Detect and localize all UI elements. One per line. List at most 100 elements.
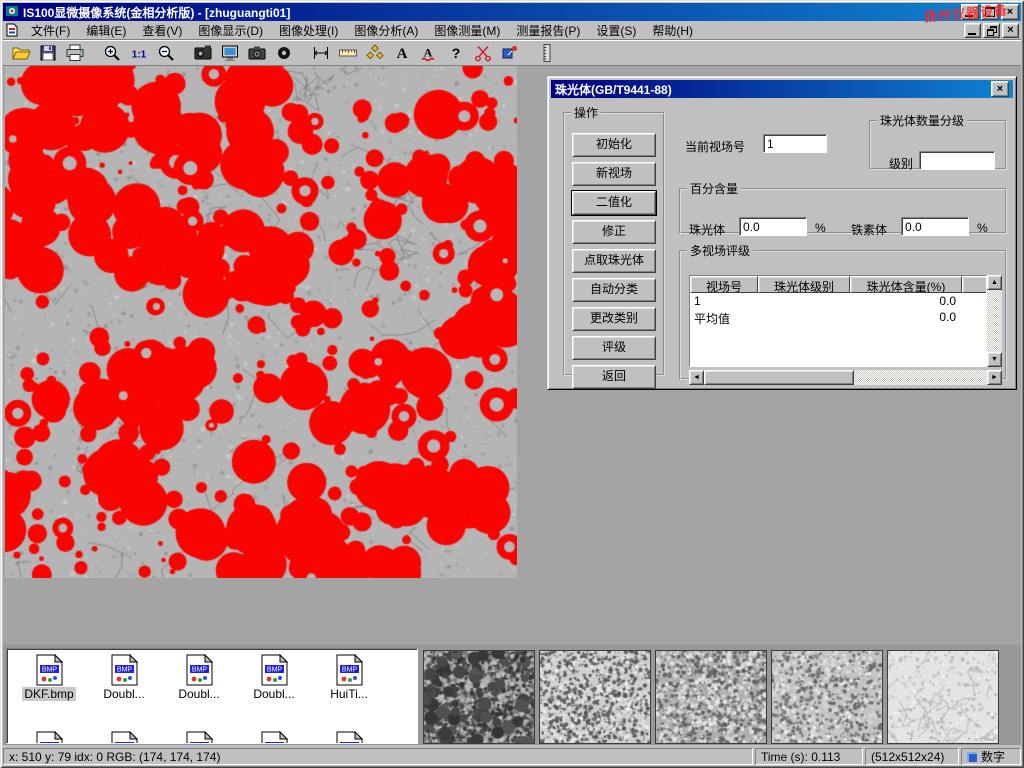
video-capture-button[interactable] [190, 42, 216, 65]
new-field-button[interactable]: 新视场 [572, 162, 656, 186]
application-window: IS100显微摄像系统(金相分析版) - [zhuguangti01] × 扬州… [0, 0, 1024, 768]
thumbnail-2[interactable] [539, 650, 651, 744]
measure-distance-button[interactable] [308, 42, 334, 65]
child-restore-button[interactable] [983, 23, 1000, 38]
pearlite-unit: % [815, 221, 826, 235]
file-item[interactable]: BMPDoubl... [163, 654, 235, 701]
initialize-button[interactable]: 初始化 [572, 133, 656, 157]
menu-image-measure[interactable]: 图像测量(M) [426, 22, 508, 40]
menu-image-display[interactable]: 图像显示(D) [190, 22, 271, 40]
scroll-left-button[interactable]: ◄ [689, 370, 704, 385]
probe-button[interactable] [497, 42, 523, 65]
return-button[interactable]: 返回 [572, 365, 656, 389]
file-name: DKF.bmp [22, 687, 75, 701]
thumbnail-4[interactable] [771, 650, 883, 744]
column-header[interactable]: 珠光体含量(%) [850, 276, 962, 293]
thumbnail-1[interactable] [423, 650, 535, 744]
scroll-right-button[interactable]: ► [987, 370, 1002, 385]
minimize-icon [965, 15, 973, 17]
scroll-up-button[interactable]: ▲ [987, 275, 1002, 290]
measure-area-button[interactable] [362, 42, 388, 65]
print-button[interactable] [62, 42, 88, 65]
bmp-file-icon: BMP [336, 654, 363, 686]
correct-button[interactable]: 修正 [572, 220, 656, 244]
menu-view[interactable]: 查看(V) [134, 22, 190, 40]
column-header[interactable]: 铁素体 [962, 276, 987, 293]
target-icon [274, 43, 294, 63]
text-annotate-button[interactable]: A [389, 42, 415, 65]
change-category-button[interactable]: 更改类别 [572, 307, 656, 331]
menu-image-analysis[interactable]: 图像分析(A) [346, 22, 426, 40]
scroll-down-button[interactable]: ▼ [987, 352, 1002, 367]
pick-pearlite-button[interactable]: 点取珠光体 [572, 249, 656, 273]
horizontal-scrollbar[interactable]: ◄ ► [689, 370, 1002, 385]
bmp-file-icon: BMP [261, 731, 288, 744]
file-name: Doubl... [176, 687, 221, 701]
thumbnail-5[interactable] [887, 650, 999, 744]
menu-file[interactable]: 文件(F) [23, 22, 78, 40]
child-close-button[interactable]: × [1002, 23, 1019, 38]
file-list[interactable]: BMPDKF.bmpBMPDoubl...BMPDoubl...BMPDoubl… [6, 648, 418, 744]
rate-button[interactable]: 评级 [572, 336, 656, 360]
file-item-partial[interactable]: BMP [13, 731, 85, 744]
menu-items: 文件(F)编辑(E)查看(V)图像显示(D)图像处理(I)图像分析(A)图像测量… [23, 22, 701, 39]
help-button[interactable]: ? [443, 42, 469, 65]
zoom-in-button[interactable] [99, 42, 125, 65]
column-header[interactable]: 视场号 [690, 276, 758, 293]
actual-size-button[interactable]: 1:1 [126, 42, 152, 65]
child-minimize-button[interactable] [964, 23, 981, 38]
file-name: Doubl... [101, 687, 146, 701]
open-button[interactable] [8, 42, 34, 65]
percent-group-label: 百分含量 [687, 180, 741, 197]
vertical-scroll-track[interactable] [987, 290, 1002, 352]
current-field-input[interactable] [763, 134, 827, 153]
dialog-close-button[interactable]: × [991, 81, 1009, 97]
maximize-button[interactable] [981, 4, 999, 20]
menu-settings[interactable]: 设置(S) [588, 22, 644, 40]
thumbnail-3[interactable] [655, 650, 767, 744]
cut-button[interactable] [470, 42, 496, 65]
vertical-scrollbar[interactable]: ▲ ▼ [987, 275, 1002, 367]
table-cell: 0.0 [850, 293, 962, 309]
ruler-horizontal-button[interactable] [335, 42, 361, 65]
table-row[interactable]: 10.0 [690, 293, 987, 309]
level-input[interactable] [919, 151, 995, 170]
file-item[interactable]: BMPDoubl... [238, 654, 310, 701]
pearlite-value-input[interactable] [739, 217, 807, 236]
multifield-table[interactable]: 视场号珠光体级别珠光体含量(%)铁素体 10.0平均值0.0 [689, 275, 987, 367]
camera-button[interactable] [244, 42, 270, 65]
table-cell: 平均值 [690, 309, 758, 325]
workspace: 珠光体(GB/T9441-88) × 操作 初始化新视场二值化修正点取珠光体自动… [3, 66, 1021, 645]
horizontal-scroll-thumb[interactable] [704, 370, 854, 385]
close-button[interactable]: × [1001, 4, 1019, 20]
menu-measure-report[interactable]: 测量报告(P) [508, 22, 588, 40]
metallographic-image[interactable] [5, 66, 517, 578]
toolbar-items: 1:1 AA? [8, 42, 561, 65]
target-button[interactable] [271, 42, 297, 65]
file-item-partial[interactable]: BMP [238, 731, 310, 744]
column-header[interactable]: 珠光体级别 [758, 276, 850, 293]
ruler-vertical-button[interactable] [534, 42, 560, 65]
file-item-partial[interactable]: BMP [88, 731, 160, 744]
ferrite-label: 铁素体 [851, 221, 887, 238]
auto-classify-button[interactable]: 自动分类 [572, 278, 656, 302]
file-item-partial[interactable]: BMP [313, 731, 385, 744]
file-item-partial[interactable]: BMP [163, 731, 235, 744]
svg-text:BMP: BMP [191, 744, 207, 745]
binarize-button[interactable]: 二值化 [572, 191, 656, 215]
menu-help[interactable]: 帮助(H) [644, 22, 701, 40]
table-row[interactable]: 平均值0.0 [690, 309, 987, 325]
save-button[interactable] [35, 42, 61, 65]
menu-image-process[interactable]: 图像处理(I) [271, 22, 346, 40]
grading-group: 珠光体数量分级 级别 [869, 112, 1007, 170]
file-item[interactable]: BMPHuiTi... [313, 654, 385, 701]
ferrite-value-input[interactable] [901, 217, 969, 236]
text-style-button[interactable]: A [416, 42, 442, 65]
file-item[interactable]: BMPDKF.bmp [13, 654, 85, 701]
monitor-button[interactable] [217, 42, 243, 65]
menu-edit[interactable]: 编辑(E) [78, 22, 134, 40]
zoom-out-button[interactable] [153, 42, 179, 65]
minimize-button[interactable] [961, 4, 979, 20]
file-name: HuiTi... [328, 687, 370, 701]
file-item[interactable]: BMPDoubl... [88, 654, 160, 701]
